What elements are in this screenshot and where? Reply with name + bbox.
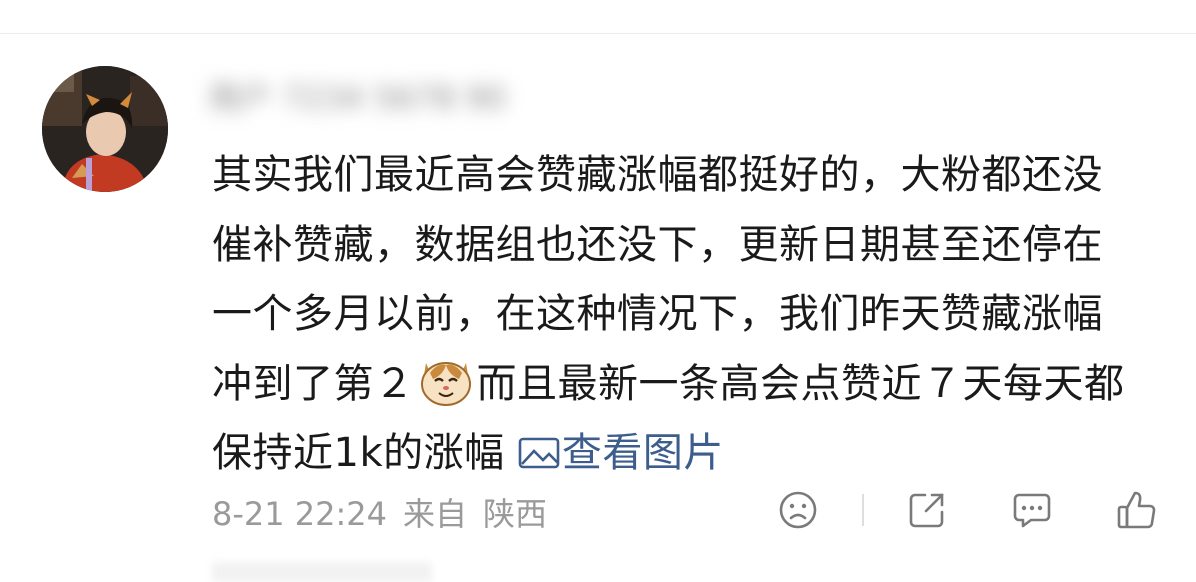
comment-bubble-icon [1013, 493, 1051, 528]
comment-text: 其实我们最近高会赞藏涨幅都挺好的，大粉都还没催补赞藏，数据组也还没下，更新日期甚… [212, 141, 1132, 489]
share-button[interactable] [906, 489, 948, 531]
comment-location: 陕西 [483, 495, 548, 533]
next-comment-preview [212, 562, 432, 582]
view-images-link[interactable]: 查看图片 [518, 430, 724, 476]
avatar[interactable] [42, 66, 168, 192]
comment-date: 8-21 22:24 [212, 495, 388, 533]
thumbs-up-icon [1117, 491, 1156, 529]
avatar-image [42, 66, 168, 192]
action-separator [862, 494, 864, 526]
username[interactable]: 用户 7234 5678 90 [208, 80, 558, 116]
like-button[interactable] [1116, 489, 1158, 531]
view-images-label: 查看图片 [561, 430, 724, 476]
image-icon [518, 437, 560, 469]
share-icon [909, 493, 944, 528]
reply-button[interactable] [1011, 489, 1053, 531]
top-divider [0, 33, 1196, 34]
cat-face-emoji [420, 361, 471, 406]
comment-meta: 8-21 22:24 来自 陕西 [212, 489, 563, 535]
source-prefix: 来自 [403, 495, 468, 533]
dislike-button[interactable] [777, 489, 819, 531]
frown-face-icon [779, 491, 817, 529]
